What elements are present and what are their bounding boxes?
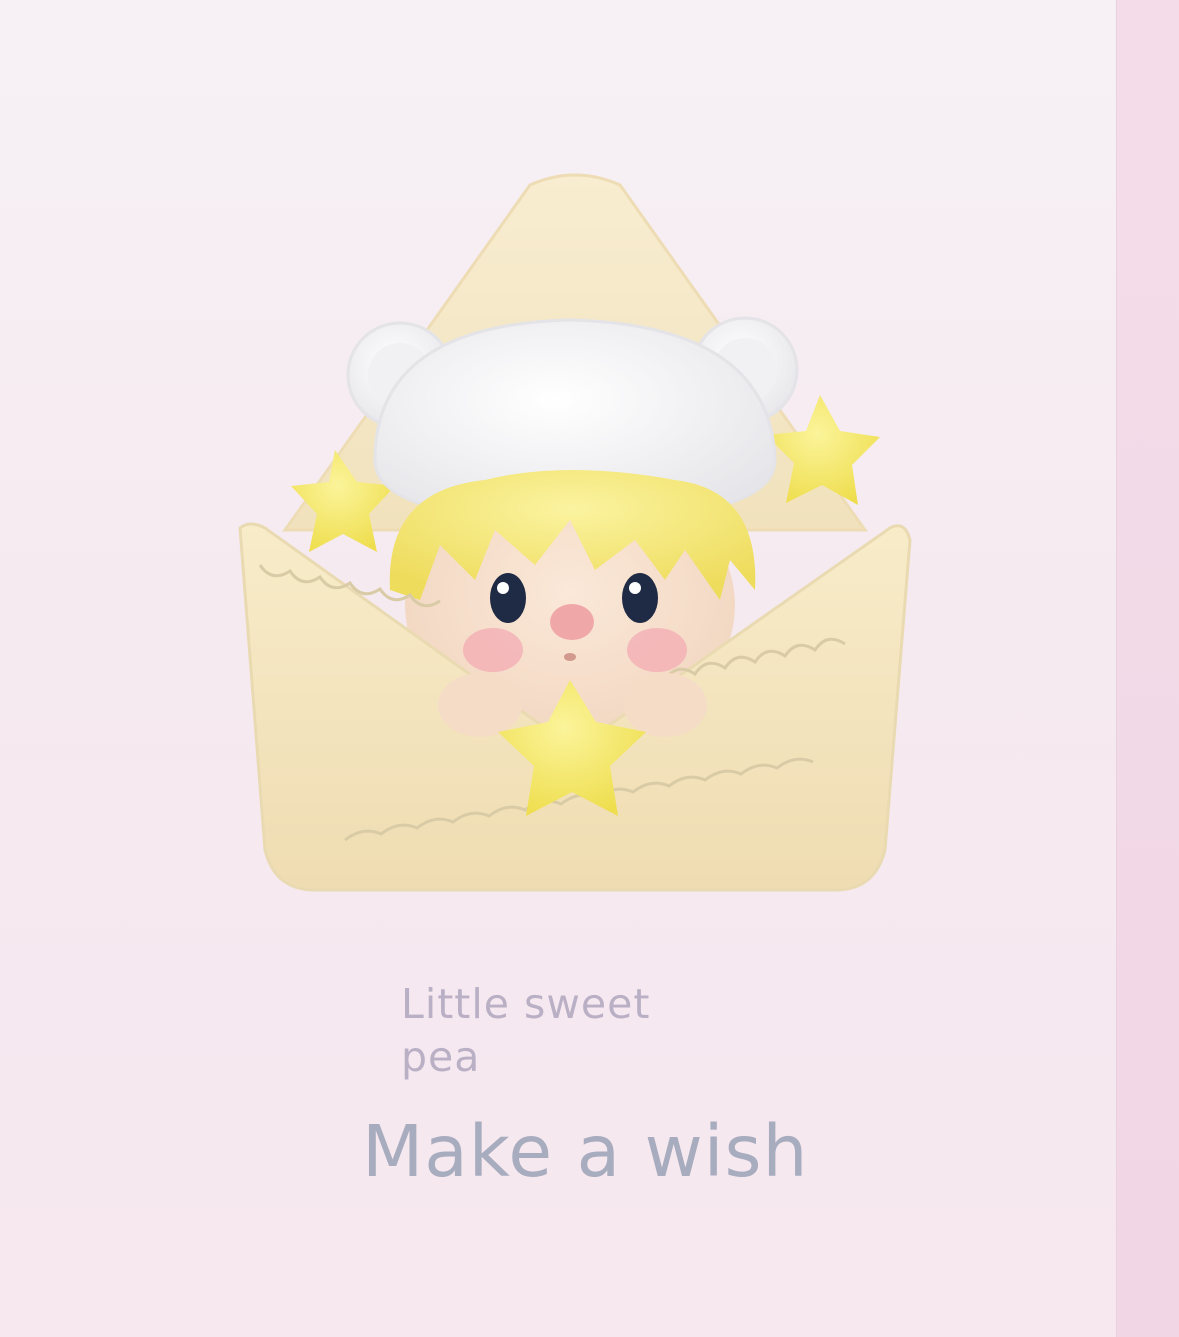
title-caption: Make a wish [362, 1110, 809, 1193]
page-background: Little sweet pea Make a wish [0, 0, 1179, 1337]
envelope-figure-illustration [238, 173, 912, 892]
cheek-left [463, 628, 523, 672]
pink-side-strip [1116, 0, 1179, 1337]
hand-right [623, 673, 707, 737]
nose [550, 604, 594, 640]
subtitle-caption: Little sweet pea [401, 980, 651, 1081]
hand-left [438, 673, 522, 737]
eye-right [622, 573, 658, 623]
cheek-right [627, 628, 687, 672]
mouth [564, 653, 576, 661]
eye-left [490, 573, 526, 623]
